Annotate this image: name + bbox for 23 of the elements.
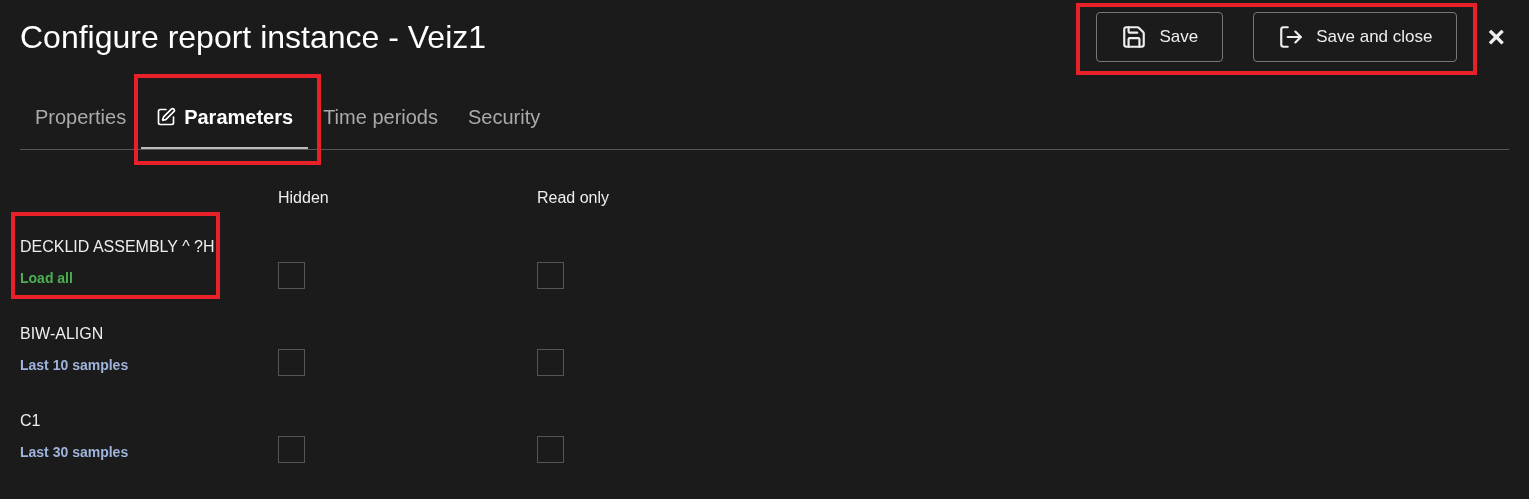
- parameter-name: BIW-ALIGN: [20, 324, 105, 344]
- checkbox[interactable]: [537, 349, 564, 376]
- save-and-close-button[interactable]: Save and close: [1253, 12, 1458, 62]
- column-header: Hidden: [278, 188, 330, 208]
- tab[interactable]: Properties: [20, 102, 142, 149]
- checkbox[interactable]: [278, 349, 305, 376]
- edit-icon: [156, 107, 177, 127]
- parameter-name: DECKLID ASSEMBLY ^ ?H: [20, 237, 215, 257]
- tab[interactable]: Parameters: [141, 102, 309, 149]
- checkbox[interactable]: [537, 436, 564, 463]
- checkbox[interactable]: [278, 262, 305, 289]
- parameter-mode-link[interactable]: Last 30 samples: [20, 442, 129, 463]
- checkbox[interactable]: [537, 262, 564, 289]
- close-button[interactable]: ×: [1487, 22, 1505, 52]
- tab[interactable]: Time periods: [308, 102, 453, 149]
- column-header: Read only: [537, 188, 611, 208]
- tab[interactable]: Security: [453, 102, 556, 149]
- parameter-mode-link[interactable]: Load all: [20, 268, 215, 289]
- dialog-title: Configure report instance - Veiz1: [20, 21, 487, 53]
- parameter-name: C1: [20, 411, 42, 431]
- parameter-mode-link[interactable]: Last 10 samples: [20, 355, 129, 376]
- checkbox[interactable]: [278, 436, 305, 463]
- save-button[interactable]: Save: [1096, 12, 1224, 62]
